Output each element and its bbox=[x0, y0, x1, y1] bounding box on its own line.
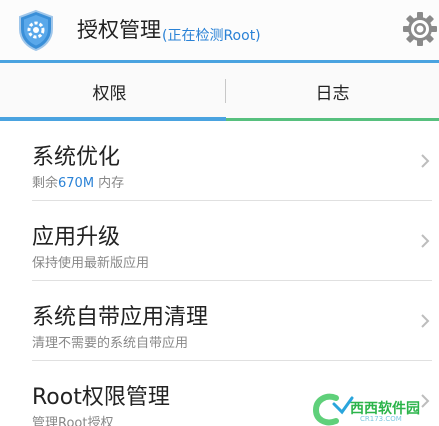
list-item-system-app-cleanup[interactable]: 系统自带应用清理 清理不需要的系统自带应用 bbox=[0, 281, 439, 361]
tab-permissions[interactable]: 权限 bbox=[0, 63, 219, 119]
feature-list: 系统优化 剩余670M 内存 应用升级 保持使用最新版应用 系统自带应用清理 清… bbox=[0, 121, 439, 426]
watermark-url: CR173.COM bbox=[360, 415, 402, 423]
gear-icon[interactable] bbox=[402, 11, 438, 47]
list-item-subtitle: 清理不需要的系统自带应用 bbox=[32, 336, 189, 351]
list-item-title: 系统优化 bbox=[32, 145, 121, 170]
list-item-title: Root权限管理 bbox=[32, 385, 170, 410]
action-bar: 授权管理 (正在检测Root) bbox=[0, 0, 439, 60]
chevron-right-icon bbox=[421, 234, 430, 248]
tab-logs[interactable]: 日志 bbox=[226, 63, 439, 119]
list-item-system-optimize[interactable]: 系统优化 剩余670M 内存 bbox=[0, 121, 439, 201]
chevron-right-icon bbox=[421, 314, 430, 328]
chevron-right-icon bbox=[421, 154, 430, 168]
page-title: 授权管理 bbox=[77, 18, 161, 42]
tab-bar: 权限 日志 bbox=[0, 63, 439, 119]
list-item-subtitle: 管理Root授权 bbox=[32, 416, 114, 426]
list-item-subtitle: 剩余670M 内存 bbox=[32, 176, 125, 191]
list-item-title: 应用升级 bbox=[32, 225, 121, 250]
list-item-title: 系统自带应用清理 bbox=[32, 305, 209, 330]
root-status-text: (正在检测Root) bbox=[162, 28, 261, 44]
shield-gear-icon[interactable] bbox=[16, 9, 56, 51]
list-item-subtitle: 保持使用最新版应用 bbox=[32, 256, 150, 271]
memory-value: 670M bbox=[58, 176, 95, 191]
list-item-app-upgrade[interactable]: 应用升级 保持使用最新版应用 bbox=[0, 201, 439, 281]
